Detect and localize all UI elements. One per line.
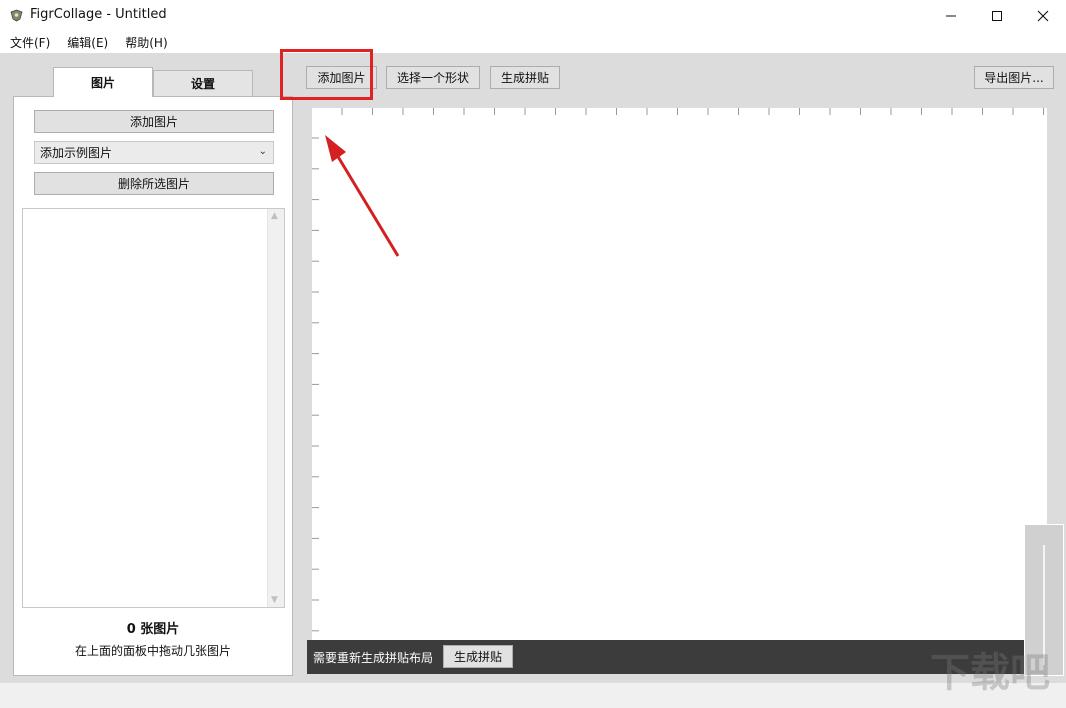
scroll-down-icon[interactable]: ▼	[271, 595, 278, 605]
image-list[interactable]: ▲ ▼	[22, 208, 285, 608]
minimize-icon	[946, 15, 956, 16]
add-images-button[interactable]: 添加图片	[34, 110, 274, 133]
highlight-box	[280, 49, 373, 100]
minimize-button[interactable]	[928, 0, 974, 31]
left-ruler	[312, 137, 319, 632]
choose-shape-button[interactable]: 选择一个形状	[386, 66, 480, 89]
menu-help[interactable]: 帮助(H)	[118, 34, 174, 51]
scroll-up-icon[interactable]: ▲	[271, 211, 278, 221]
image-count: 0 张图片	[126, 622, 180, 637]
select-value: 添加示例图片	[40, 146, 113, 160]
window-title: FigrCollage - Untitled	[30, 7, 167, 22]
delete-selected-button[interactable]: 删除所选图片	[34, 172, 274, 195]
tab-photos[interactable]: 图片	[53, 67, 153, 97]
app-icon	[10, 9, 23, 22]
close-button[interactable]	[1020, 0, 1066, 31]
generate-collage-button[interactable]: 生成拼贴	[490, 66, 560, 89]
bottom-strip	[0, 683, 1066, 708]
maximize-button[interactable]	[974, 0, 1020, 31]
photos-panel: 添加图片 添加示例图片 ⌄ 删除所选图片 ▲ ▼ 0 张图片 在上面的面板中拖动…	[13, 96, 293, 676]
title-bar: FigrCollage - Untitled	[0, 0, 1066, 31]
tab-settings[interactable]: 设置	[153, 70, 253, 96]
watermark-logo: 下载吧	[930, 650, 1050, 696]
menu-edit[interactable]: 编辑(E)	[60, 34, 115, 51]
maximize-icon	[992, 10, 1002, 21]
menu-file[interactable]: 文件(F)	[3, 34, 57, 51]
main-area: 设置 图片 添加图片 添加示例图片 ⌄ 删除所选图片 ▲ ▼ 0 张图片 在上面…	[0, 49, 1066, 683]
status-bar: 需要重新生成拼贴布局 生成拼贴	[307, 640, 1024, 674]
collage-canvas[interactable]	[312, 108, 1047, 640]
add-sample-images-select[interactable]: 添加示例图片 ⌄	[34, 141, 274, 164]
top-ruler	[341, 108, 1044, 115]
list-scrollbar[interactable]: ▲ ▼	[267, 209, 284, 607]
drag-hint: 在上面的面板中拖动几张图片	[74, 644, 231, 658]
status-generate-button[interactable]: 生成拼贴	[443, 645, 513, 668]
status-message: 需要重新生成拼贴布局	[313, 650, 434, 665]
export-image-button[interactable]: 导出图片...	[974, 66, 1054, 89]
chevron-down-icon: ⌄	[258, 146, 267, 157]
close-icon	[1037, 10, 1049, 21]
menu-bar: 文件(F) 编辑(E) 帮助(H)	[0, 31, 1066, 53]
